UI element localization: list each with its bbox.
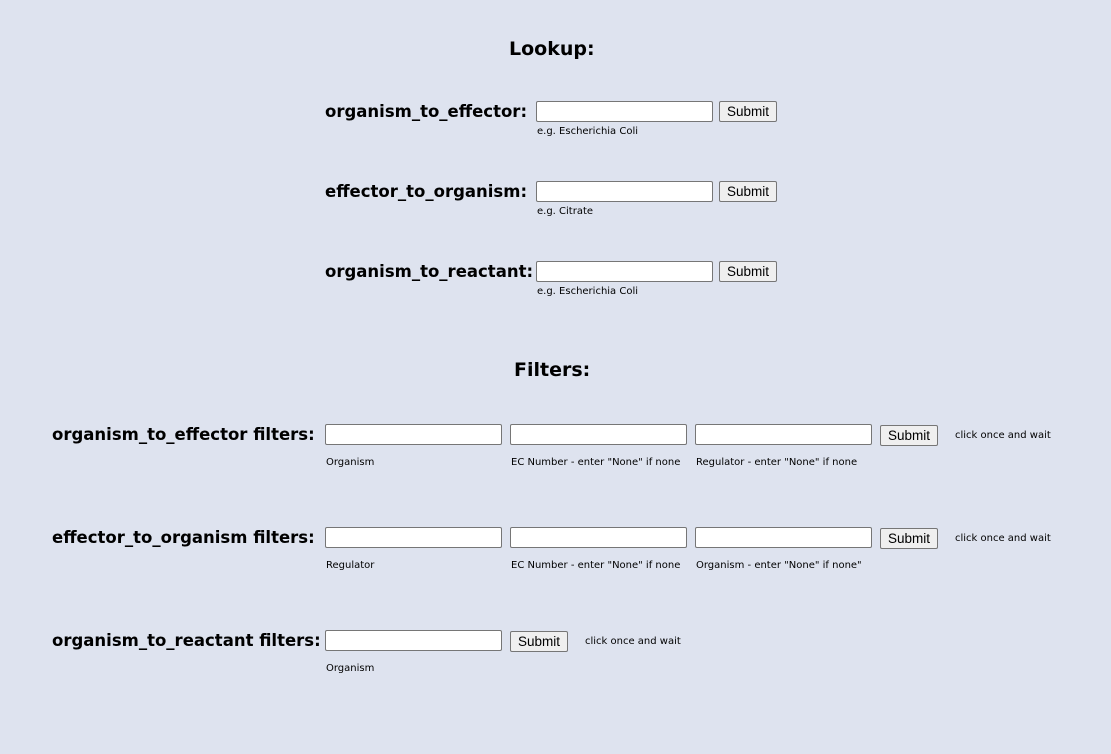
or-filter-organism-hint: Organism <box>326 663 375 674</box>
organism-to-reactant-filters-label: organism_to_reactant filters: <box>52 631 321 650</box>
eo-filter-submit-button[interactable]: Submit <box>880 528 938 549</box>
organism-to-effector-input[interactable] <box>536 101 713 122</box>
eo-filter-regulator-hint: Regulator <box>326 560 375 571</box>
organism-to-effector-filters-label: organism_to_effector filters: <box>52 425 315 444</box>
effector-to-organism-filters-label: effector_to_organism filters: <box>52 528 315 547</box>
organism-to-reactant-hint: e.g. Escherichia Coli <box>537 286 639 297</box>
effector-to-organism-hint: e.g. Citrate <box>537 206 594 217</box>
oe-filter-organism-input[interactable] <box>325 424 502 445</box>
eo-filter-ec-number-hint: EC Number - enter "None" if none <box>511 560 681 571</box>
oe-filter-regulator-hint: Regulator - enter "None" if none <box>696 457 858 468</box>
oe-filter-submit-button[interactable]: Submit <box>880 425 938 446</box>
organism-to-reactant-input[interactable] <box>536 261 713 282</box>
oe-filter-organism-hint: Organism <box>326 457 375 468</box>
or-filter-note: click once and wait <box>585 636 681 647</box>
organism-to-effector-submit-button[interactable]: Submit <box>719 101 777 122</box>
eo-filter-organism-hint: Organism - enter "None" if none" <box>696 560 862 571</box>
oe-filter-note: click once and wait <box>955 430 1051 441</box>
oe-filter-ec-number-input[interactable] <box>510 424 687 445</box>
effector-to-organism-label: effector_to_organism: <box>325 182 528 201</box>
oe-filter-ec-number-hint: EC Number - enter "None" if none <box>511 457 681 468</box>
organism-to-reactant-label: organism_to_reactant: <box>325 262 534 281</box>
oe-filter-regulator-input[interactable] <box>695 424 872 445</box>
eo-filter-ec-number-input[interactable] <box>510 527 687 548</box>
or-filter-organism-input[interactable] <box>325 630 502 651</box>
eo-filter-organism-input[interactable] <box>695 527 872 548</box>
organism-to-effector-hint: e.g. Escherichia Coli <box>537 126 639 137</box>
organism-to-reactant-submit-button[interactable]: Submit <box>719 261 777 282</box>
filters-title: Filters: <box>514 359 591 381</box>
eo-filter-regulator-input[interactable] <box>325 527 502 548</box>
or-filter-submit-button[interactable]: Submit <box>510 631 568 652</box>
organism-to-effector-label: organism_to_effector: <box>325 102 528 121</box>
lookup-title: Lookup: <box>509 38 595 60</box>
effector-to-organism-submit-button[interactable]: Submit <box>719 181 777 202</box>
effector-to-organism-input[interactable] <box>536 181 713 202</box>
eo-filter-note: click once and wait <box>955 533 1051 544</box>
